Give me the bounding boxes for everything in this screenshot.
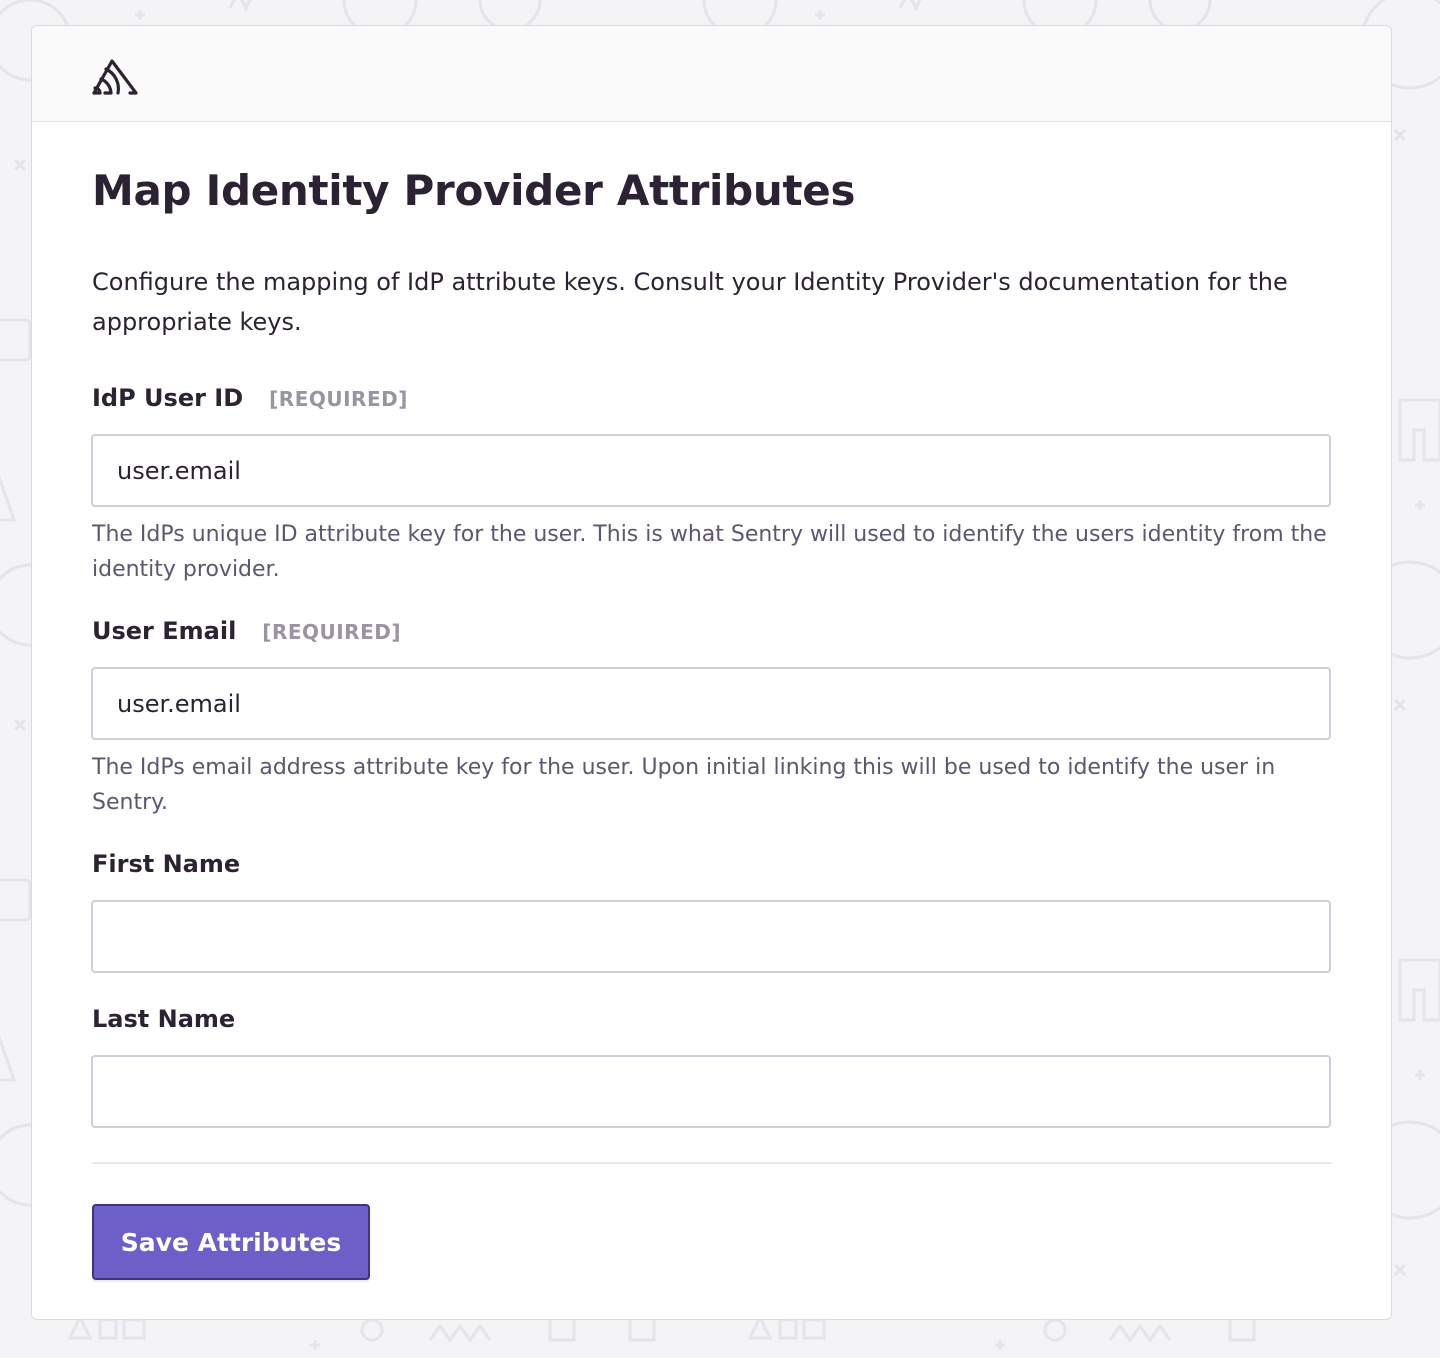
last-name-input[interactable] [91,1055,1331,1128]
settings-card: Map Identity Provider Attributes Configu… [31,25,1392,1320]
user-email-input[interactable] [91,667,1331,740]
user-email-label-row: User Email [REQUIRED] [92,617,1331,653]
last-name-field: Last Name [91,1005,1331,1128]
first-name-input[interactable] [91,900,1331,973]
intro-text: Configure the mapping of IdP attribute k… [92,268,1288,336]
first-name-label-row: First Name [92,850,1331,886]
first-name-label: First Name [92,850,241,878]
sentry-logo-icon [92,56,138,96]
idp-user-id-field: IdP User ID [REQUIRED] The IdPs unique I… [91,384,1331,587]
card-body: Map Identity Provider Attributes Configu… [32,122,1391,1128]
form-divider [92,1162,1332,1164]
page-title: Map Identity Provider Attributes [92,166,856,215]
idp-user-id-label: IdP User ID [92,384,244,412]
user-email-help: The IdPs email address attribute key for… [92,755,1276,815]
save-attributes-button[interactable]: Save Attributes [92,1204,370,1280]
last-name-label: Last Name [92,1005,236,1033]
idp-user-id-input[interactable] [91,434,1331,507]
card-header [32,26,1391,122]
idp-user-id-required-badge: [REQUIRED] [269,387,408,411]
idp-user-id-label-row: IdP User ID [REQUIRED] [92,384,1331,420]
last-name-label-row: Last Name [92,1005,1331,1041]
user-email-field: User Email [REQUIRED] The IdPs email add… [91,617,1331,820]
user-email-label: User Email [92,617,237,645]
idp-user-id-help: The IdPs unique ID attribute key for the… [92,522,1327,582]
user-email-required-badge: [REQUIRED] [262,620,401,644]
first-name-field: First Name [91,850,1331,973]
